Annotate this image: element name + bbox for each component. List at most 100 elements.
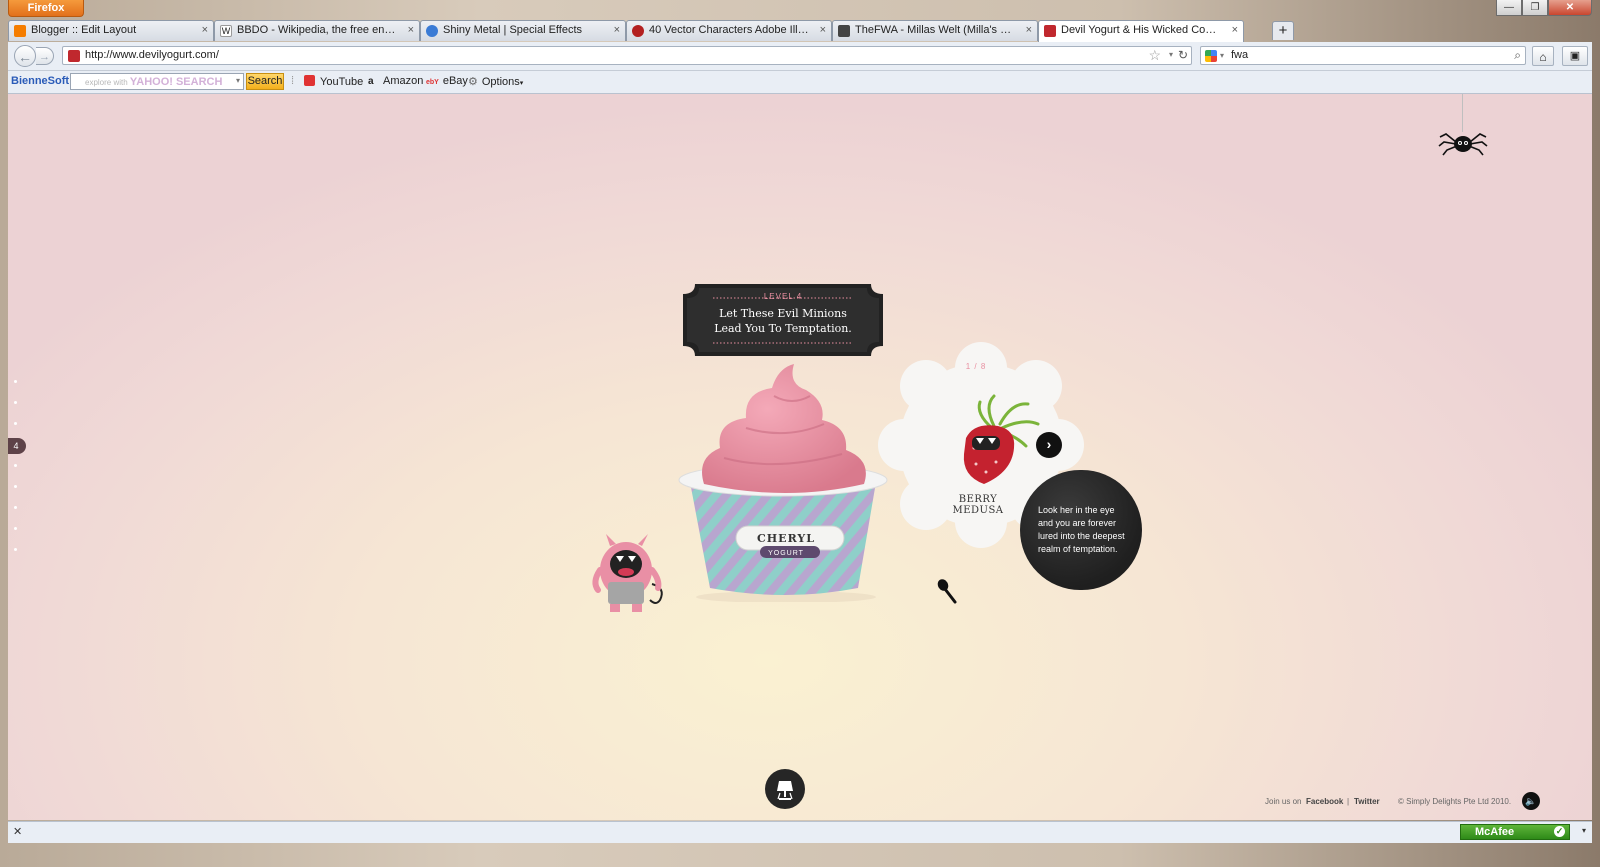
youtube-link[interactable]: YouTube <box>304 75 363 88</box>
tab-close-icon[interactable]: × <box>408 24 414 36</box>
yahoo-placeholder: explore with <box>85 78 128 87</box>
tab-thefwa[interactable]: TheFWA - Millas Welt (Milla's World) × <box>832 20 1038 41</box>
magnifier-icon[interactable]: ⌕ <box>1514 48 1521 63</box>
level-title: Let These Evil Minions Lead You To Tempt… <box>683 306 883 336</box>
page-content: 4 LEVEL 4 Let These Evil Minions Lead Yo… <box>8 94 1592 820</box>
tab-devil-yogurt[interactable]: Devil Yogurt & His Wicked Comrades × <box>1038 20 1244 42</box>
level-dot[interactable] <box>14 464 17 467</box>
tab-close-icon[interactable]: × <box>1232 24 1238 36</box>
tab-label: TheFWA - Millas Welt (Milla's World) <box>855 24 1031 36</box>
youtube-icon <box>304 75 315 86</box>
new-tab-button[interactable]: + <box>1272 21 1294 40</box>
character-description: Look her in the eye and you are forever … <box>1038 504 1134 556</box>
tab-shiny-metal[interactable]: Shiny Metal | Special Effects × <box>420 20 626 41</box>
wikipedia-icon: W <box>220 25 232 37</box>
yahoo-logo: YAHOO! SEARCH <box>129 76 223 88</box>
current-level-indicator[interactable]: 4 <box>8 438 26 454</box>
search-bar[interactable]: ▾ fwa ⌕ <box>1200 46 1526 65</box>
addon-button[interactable]: ▣ <box>1562 46 1588 66</box>
level-dot[interactable] <box>14 548 17 551</box>
window-controls: — ❐ ✕ <box>1496 0 1592 17</box>
copyright: © Simply Delights Pte Ltd 2010. <box>1398 797 1512 806</box>
globe-icon <box>426 25 438 37</box>
toolbar-grip-icon: ⁞ <box>291 75 295 87</box>
site-identity-icon[interactable] <box>68 50 80 62</box>
search-input[interactable]: fwa <box>1231 49 1248 61</box>
amazon-link[interactable]: a Amazon <box>368 75 423 87</box>
yahoo-dropdown-icon[interactable]: ▾ <box>236 76 240 85</box>
minimize-button[interactable]: — <box>1496 0 1522 16</box>
ebay-label: eBay <box>442 75 468 87</box>
flavor-name: CHERYL <box>757 532 815 545</box>
level-dot[interactable] <box>14 527 17 530</box>
description-line: realm of temptation. <box>1038 544 1118 554</box>
browser-window: Firefox — ❐ ✕ Blogger :: Edit Layout × W… <box>0 0 1600 867</box>
devil-monster-character[interactable] <box>586 530 676 620</box>
youtube-label: YouTube <box>320 76 364 88</box>
mcafee-button[interactable]: McAfee ✓ <box>1460 824 1570 840</box>
lamp-icon <box>777 781 793 800</box>
tab-label: BBDO - Wikipedia, the free encyclop... <box>237 24 413 36</box>
close-icon[interactable]: ✕ <box>13 825 22 838</box>
level-dot[interactable] <box>14 506 17 509</box>
facebook-link[interactable]: Facebook <box>1306 797 1343 806</box>
flavor-type: YOGURT <box>768 550 804 557</box>
back-button[interactable]: ← <box>14 45 36 67</box>
options-label: Options <box>481 76 520 88</box>
home-button[interactable]: ⌂ <box>1532 46 1554 66</box>
lamp-button[interactable] <box>765 769 805 809</box>
level-dot[interactable] <box>14 380 17 383</box>
join-label: Join us on <box>1265 797 1302 806</box>
tab-vector-characters[interactable]: 40 Vector Characters Adobe Illustrato...… <box>626 20 832 41</box>
bookmark-star-icon[interactable]: ☆ <box>1148 47 1161 64</box>
search-engine-dropdown-icon[interactable]: ▾ <box>1220 51 1224 60</box>
spider-icon[interactable] <box>1438 128 1488 156</box>
character-name-line: BERRY <box>958 494 998 505</box>
tab-wikipedia[interactable]: W BBDO - Wikipedia, the free encyclop...… <box>214 20 420 41</box>
google-icon[interactable] <box>1205 50 1217 62</box>
status-bar: ✕ McAfee ✓ ▾ <box>8 821 1592 843</box>
url-history-dropdown-icon[interactable]: ▾ <box>1169 50 1173 59</box>
url-text[interactable]: http://www.devilyogurt.com/ <box>85 49 219 61</box>
tab-blogger[interactable]: Blogger :: Edit Layout × <box>8 20 214 41</box>
fwa-icon <box>838 25 850 37</box>
reload-icon[interactable]: ↻ <box>1178 48 1188 62</box>
devil-yogurt-icon <box>1044 25 1056 37</box>
ebay-link[interactable]: ebY eBay <box>426 75 468 87</box>
navigation-bar: ← → http://www.devilyogurt.com/ ☆ ▾ ↻ ▾ … <box>8 42 1592 71</box>
twitter-link[interactable]: Twitter <box>1354 797 1380 806</box>
tab-close-icon[interactable]: × <box>1026 24 1032 36</box>
level-dot[interactable] <box>14 401 17 404</box>
url-bar[interactable]: http://www.devilyogurt.com/ ☆ ▾ ↻ <box>62 46 1192 65</box>
character-name-line: MEDUSA <box>952 505 1004 516</box>
sound-toggle-button[interactable]: 🔈 <box>1522 792 1540 810</box>
berry-medusa-character[interactable] <box>954 392 1044 488</box>
amazon-label: Amazon <box>383 75 424 87</box>
yahoo-search-input[interactable]: explore with YAHOO! SEARCH ▾ <box>70 73 244 90</box>
character-name: BERRY MEDUSA <box>938 494 1018 516</box>
tab-label: Devil Yogurt & His Wicked Comrades <box>1061 24 1237 36</box>
tab-close-icon[interactable]: × <box>614 24 620 36</box>
blogger-icon <box>14 25 26 37</box>
options-menu[interactable]: ⚙ Options▾ <box>468 75 523 88</box>
bienne-brand[interactable]: BienneSoft <box>11 75 69 87</box>
close-window-button[interactable]: ✕ <box>1548 0 1592 16</box>
footer-separator: | <box>1347 797 1350 806</box>
site-icon <box>632 25 644 37</box>
tab-close-icon[interactable]: × <box>202 24 208 36</box>
next-character-button[interactable]: › <box>1036 432 1062 458</box>
maximize-button[interactable]: ❐ <box>1522 0 1548 16</box>
frozen-yogurt-cup[interactable] <box>676 362 896 602</box>
character-counter: 1 / 8 <box>965 362 987 371</box>
forward-button[interactable]: → <box>36 47 54 65</box>
firefox-menu-button[interactable]: Firefox <box>8 0 84 17</box>
ebay-icon: ebY <box>426 79 439 86</box>
tab-strip: Blogger :: Edit Layout × W BBDO - Wikipe… <box>8 20 1592 42</box>
yahoo-search-button[interactable]: Search <box>246 73 284 90</box>
tab-label: Blogger :: Edit Layout <box>31 24 137 36</box>
level-dot[interactable] <box>14 485 17 488</box>
tab-close-icon[interactable]: × <box>820 24 826 36</box>
level-dot[interactable] <box>14 422 17 425</box>
chevron-down-icon[interactable]: ▾ <box>1582 826 1586 835</box>
tab-label: 40 Vector Characters Adobe Illustrato... <box>649 24 825 36</box>
